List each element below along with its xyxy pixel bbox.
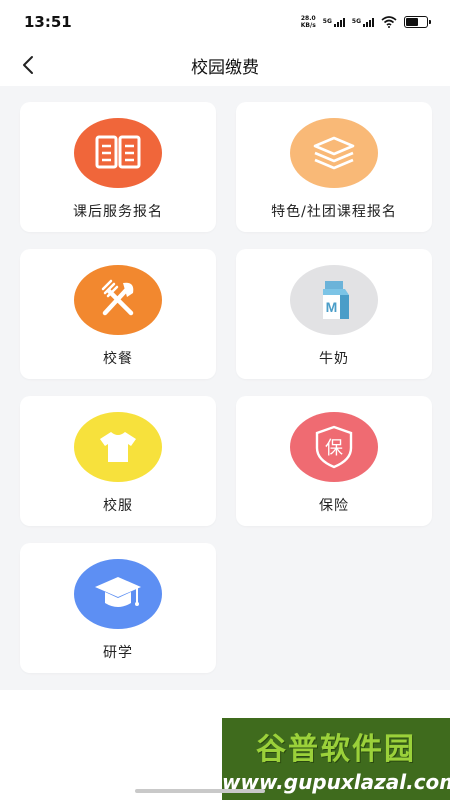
card-label: 校餐 [103,351,133,367]
status-time: 13:51 [24,13,72,31]
service-card-club-course[interactable]: 特色/社团课程报名 [236,102,432,232]
net-speed-unit: KB/s [300,22,316,29]
bottom-area: 谷普软件园 www.gupuxlazal.com [0,690,450,800]
service-card-uniform[interactable]: 校服 [20,396,216,526]
tshirt-icon [74,412,162,482]
service-grid: 课后服务报名 特色/社团课程报名 校餐 M 牛奶 校服 保 保险 研学 [20,102,432,673]
book-icon [74,118,162,188]
milk-carton-icon: M [290,265,378,335]
insurance-glyph: 保 [325,438,343,459]
insurance-shield-icon: 保 [290,412,378,482]
net-speed: 28.0 KB/s [301,15,316,29]
service-card-insurance[interactable]: 保 保险 [236,396,432,526]
signal-type-label: 5G [322,17,332,25]
card-label: 保险 [319,498,349,514]
status-icons: 28.0 KB/s 5G 5G [301,15,431,29]
layers-icon [290,118,378,188]
milk-glyph: M [326,299,338,315]
service-card-school-meal[interactable]: 校餐 [20,249,216,379]
home-indicator[interactable] [135,789,265,793]
service-card-after-school[interactable]: 课后服务报名 [20,102,216,232]
chevron-left-icon [23,56,33,74]
status-bar: 13:51 28.0 KB/s 5G 5G [0,0,450,44]
card-label: 特色/社团课程报名 [271,204,397,220]
service-card-study-tour[interactable]: 研学 [20,543,216,673]
utensils-icon [74,265,162,335]
card-label: 课后服务报名 [73,204,163,220]
signal-type-label-2: 5G [351,17,361,25]
card-label: 校服 [103,498,133,514]
back-button[interactable] [14,51,42,79]
signal-icon-2: 5G [351,17,374,27]
page-title: 校园缴费 [191,57,259,78]
card-label: 研学 [103,645,133,661]
nav-bar: 校园缴费 [0,44,450,86]
card-label: 牛奶 [319,351,349,367]
wifi-icon [381,16,397,28]
watermark-logo: 谷普软件园 www.gupuxlazal.com [222,718,450,800]
signal-icon: 5G [322,17,345,27]
graduation-cap-icon [74,559,162,629]
service-content: 课后服务报名 特色/社团课程报名 校餐 M 牛奶 校服 保 保险 研学 [0,86,450,690]
service-card-milk[interactable]: M 牛奶 [236,249,432,379]
net-speed-value: 28.0 [300,15,316,22]
watermark-brand: 谷普软件园 [256,732,416,767]
battery-icon [404,16,431,28]
